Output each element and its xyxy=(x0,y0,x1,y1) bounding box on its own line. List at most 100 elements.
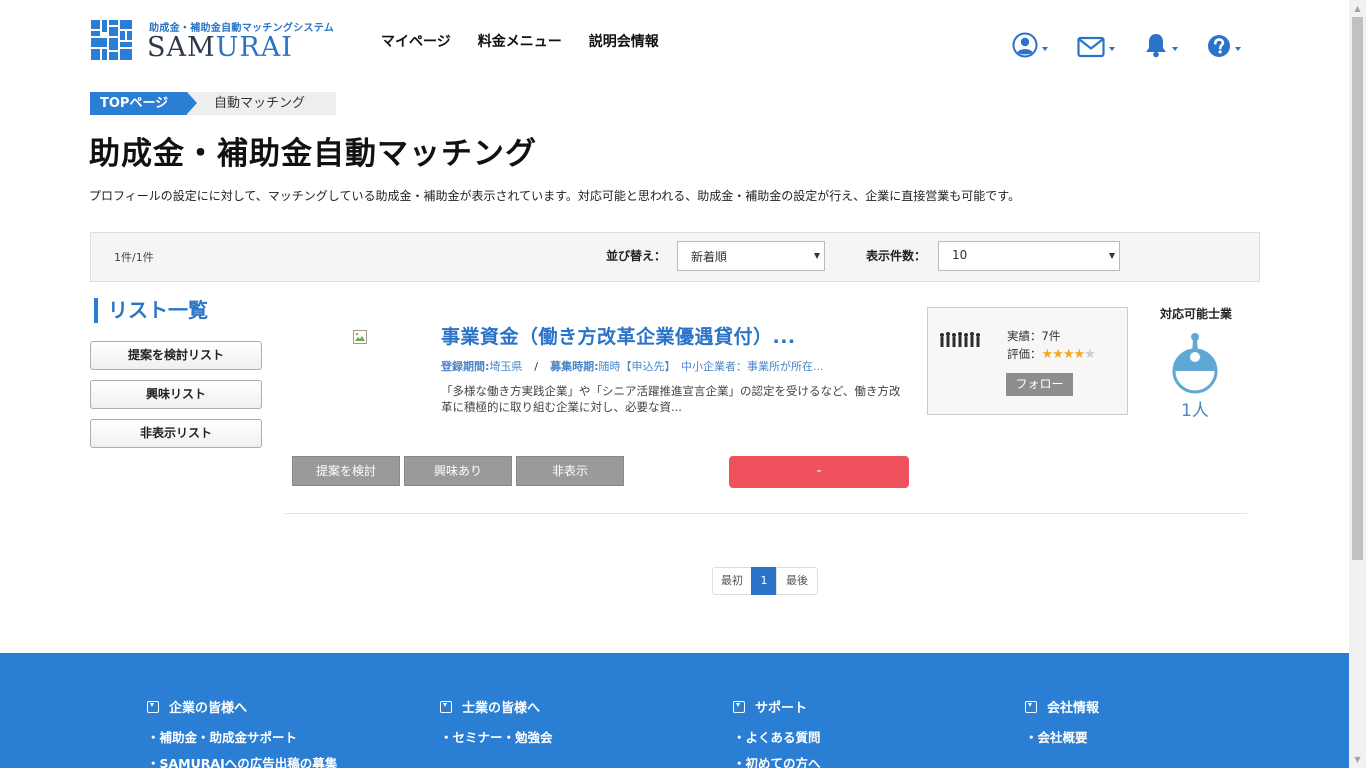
person-pin-icon[interactable] xyxy=(1171,331,1219,395)
footer-column-companies: 企業の皆様へ ・補助金・助成金サポート ・SAMURAIへの広告出稿の募集 xyxy=(147,697,337,768)
footer-heading-text: 士業の皆様へ xyxy=(462,701,541,716)
per-page-select-value: 10 xyxy=(952,248,968,262)
breadcrumb: TOPページ 自動マッチング xyxy=(90,92,336,115)
page-description: プロフィールの設定にに対して、マッチングしている助成金・補助金が表示されています… xyxy=(89,189,1021,203)
chevron-down-icon xyxy=(1109,47,1115,51)
broken-image-icon xyxy=(353,330,367,344)
user-icon xyxy=(1012,32,1038,58)
match-experts-label: 対応可能士業 xyxy=(1160,307,1233,321)
notification-menu-button[interactable] xyxy=(1144,30,1178,58)
rating-label: 評価： xyxy=(1007,347,1042,361)
footer-link-subsidy-support[interactable]: ・補助金・助成金サポート xyxy=(147,727,337,746)
result-divider xyxy=(285,513,1247,514)
star-empty-icon: ★ xyxy=(1084,347,1096,362)
breadcrumb-top-link[interactable]: TOPページ xyxy=(90,92,197,115)
star-rating-icon: ★★★★★ xyxy=(1041,347,1096,362)
meta-label-period: 登録期間: xyxy=(441,360,490,373)
site-header: 助成金・補助金自動マッチングシステム SAMURAI マイページ 料金メニュー … xyxy=(0,0,1349,88)
chevron-box-icon xyxy=(147,700,159,713)
status-button[interactable]: - xyxy=(729,456,909,488)
footer-heading-text: サポート xyxy=(755,701,808,716)
footer-link-faq[interactable]: ・よくある質問 xyxy=(733,727,821,746)
nav-seminar-info[interactable]: 説明会情報 xyxy=(589,31,659,51)
nav-pricing[interactable]: 料金メニュー xyxy=(478,31,562,51)
mail-menu-button[interactable] xyxy=(1077,30,1115,58)
logo-mark-icon xyxy=(89,18,134,62)
expert-rating: 評価：★★★★★ xyxy=(1007,346,1096,362)
footer-link-seminar[interactable]: ・セミナー・勉強会 xyxy=(440,727,553,746)
help-icon xyxy=(1208,35,1230,57)
pagination-current-page[interactable]: 1 xyxy=(751,567,777,595)
per-page-select[interactable]: 10 xyxy=(938,241,1120,271)
star-filled-icon: ★ xyxy=(1073,347,1085,362)
expert-record: 実績：7件 xyxy=(1007,329,1061,343)
chevron-down-icon xyxy=(1172,47,1178,51)
proposal-list-button[interactable]: 提案を検討リスト xyxy=(90,341,262,370)
dropdown-arrow-icon xyxy=(814,253,820,259)
pagination-first[interactable]: 最初 xyxy=(712,567,752,595)
hide-button[interactable]: 非表示 xyxy=(516,456,624,486)
footer-heading: 士業の皆様へ xyxy=(440,697,553,716)
footer-link-advertising[interactable]: ・SAMURAIへの広告出稿の募集 xyxy=(147,753,337,768)
breadcrumb-current: 自動マッチング xyxy=(187,92,336,115)
footer-heading: 企業の皆様へ xyxy=(147,697,337,716)
pagination-last[interactable]: 最後 xyxy=(776,567,818,595)
filter-bar: 1件/1件 並び替え： 新着順 表示件数： 10 xyxy=(90,232,1260,282)
meta-label-recruit: 募集時期: xyxy=(550,360,599,373)
meta-value-period: 埼玉県 xyxy=(489,360,523,373)
people-group-icon xyxy=(938,330,982,350)
footer-heading-text: 会社情報 xyxy=(1047,701,1100,716)
interest-list-button[interactable]: 興味リスト xyxy=(90,380,262,409)
result-count: 1件/1件 xyxy=(114,251,154,264)
nav-mypage[interactable]: マイページ xyxy=(381,31,451,51)
result-description: 「多様な働き方実践企業」や「シニア活躍推進宣言企業」の認定を受けるなど、働き方改… xyxy=(441,384,901,414)
footer-heading: サポート xyxy=(733,697,821,716)
logo-wordmark: SAMURAI xyxy=(147,32,293,63)
footer-column-company: 会社情報 ・会社概要 xyxy=(1025,697,1099,746)
result-meta: 登録期間:埼玉県 / 募集時期:随時【申込先】 中小企業者：事業所が所在... xyxy=(441,358,824,374)
result-title-link[interactable]: 事業資金（働き方改革企業優遇貸付）... xyxy=(441,322,796,349)
scroll-down-arrow-icon[interactable]: ▼ xyxy=(1349,751,1366,768)
interested-button[interactable]: 興味あり xyxy=(404,456,512,486)
match-experts-count: 1人 xyxy=(1181,401,1209,421)
sort-label: 並び替え： xyxy=(606,249,667,263)
mail-icon xyxy=(1077,36,1105,58)
chevron-box-icon xyxy=(733,700,745,713)
star-filled-icon: ★ xyxy=(1041,347,1054,362)
chevron-down-icon xyxy=(1235,47,1241,51)
main-nav: マイページ 料金メニュー 説明会情報 xyxy=(381,31,659,51)
footer-link-company-profile[interactable]: ・会社概要 xyxy=(1025,727,1099,746)
expert-profile-card: 実績：7件 評価：★★★★★ フォロー xyxy=(927,307,1128,415)
chevron-box-icon xyxy=(1025,700,1037,713)
sort-select-value: 新着順 xyxy=(691,250,728,264)
follow-button[interactable]: フォロー xyxy=(1006,373,1073,396)
chevron-down-icon xyxy=(1042,47,1048,51)
chevron-box-icon xyxy=(440,700,452,713)
footer-heading: 会社情報 xyxy=(1025,697,1099,716)
scrollbar-thumb[interactable] xyxy=(1352,17,1363,560)
footer-heading-text: 企業の皆様へ xyxy=(169,701,248,716)
footer-link-first-time[interactable]: ・初めての方へ xyxy=(733,753,821,768)
user-menu-button[interactable] xyxy=(1012,30,1048,58)
consider-proposal-button[interactable]: 提案を検討 xyxy=(292,456,400,486)
help-menu-button[interactable] xyxy=(1207,30,1241,58)
pagination: 最初 1 最後 xyxy=(712,567,818,595)
star-filled-icon: ★ xyxy=(1052,347,1064,362)
meta-value-recruit: 随時【申込先】 中小企業者：事業所が所在... xyxy=(598,360,824,373)
logo-wordmark-accent: URAI xyxy=(215,32,293,63)
site-logo[interactable]: 助成金・補助金自動マッチングシステム SAMURAI xyxy=(89,18,334,64)
bell-icon xyxy=(1146,34,1166,58)
hidden-list-button[interactable]: 非表示リスト xyxy=(90,419,262,448)
logo-wordmark-dark: SAM xyxy=(147,32,216,63)
dropdown-arrow-icon xyxy=(1109,253,1115,259)
meta-separator: / xyxy=(534,360,539,373)
sidebar-title: リスト一覧 xyxy=(94,298,208,323)
page-title: 助成金・補助金自動マッチング xyxy=(89,136,537,172)
footer-column-experts: 士業の皆様へ ・セミナー・勉強会 xyxy=(440,697,553,746)
per-page-label: 表示件数： xyxy=(866,249,927,263)
scroll-up-arrow-icon[interactable]: ▲ xyxy=(1349,0,1366,17)
site-footer: 企業の皆様へ ・補助金・助成金サポート ・SAMURAIへの広告出稿の募集 士業… xyxy=(0,653,1349,768)
vertical-scrollbar[interactable]: ▲ ▼ xyxy=(1349,0,1366,768)
star-filled-icon: ★ xyxy=(1062,347,1075,362)
sort-select[interactable]: 新着順 xyxy=(677,241,825,271)
